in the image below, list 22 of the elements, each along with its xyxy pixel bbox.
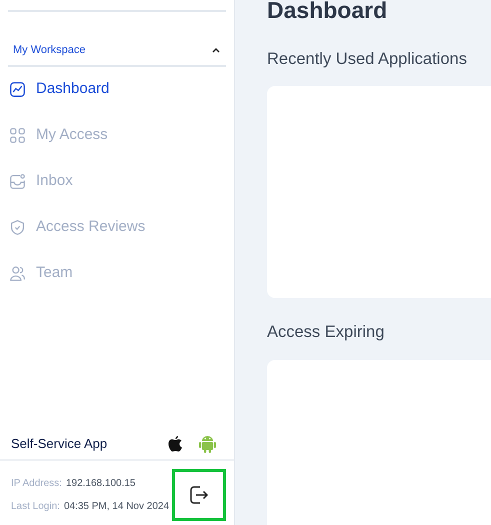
page-title: Dashboard: [267, 0, 388, 25]
apple-icon[interactable]: [168, 434, 183, 452]
info-label: IP Address:: [11, 477, 62, 491]
grid-icon: [9, 127, 26, 144]
section-title: My Workspace: [13, 43, 86, 58]
exit-icon: [188, 484, 210, 506]
nav-item[interactable]: Access Reviews: [0, 204, 234, 250]
logout-button[interactable]: [172, 469, 226, 521]
section-heading: Access Expiring: [267, 322, 386, 344]
chart-icon: [9, 81, 26, 98]
nav-item[interactable]: My Access: [0, 112, 234, 158]
section-heading: Recently Used Applications: [267, 48, 468, 70]
people-icon: [9, 265, 26, 282]
nav-item[interactable]: Team: [0, 250, 234, 296]
info-value: 192.168.100.15: [66, 477, 136, 491]
app-label: Self-Service App: [11, 434, 108, 453]
inbox-icon: [9, 173, 26, 190]
shield-icon: [9, 219, 26, 236]
nav-item[interactable]: Inbox: [0, 158, 234, 204]
info-label: Last Login:: [11, 500, 60, 514]
nav-item[interactable]: Dashboard: [0, 66, 234, 112]
info-value: 04:35 PM, 14 Nov 2024: [64, 500, 170, 514]
